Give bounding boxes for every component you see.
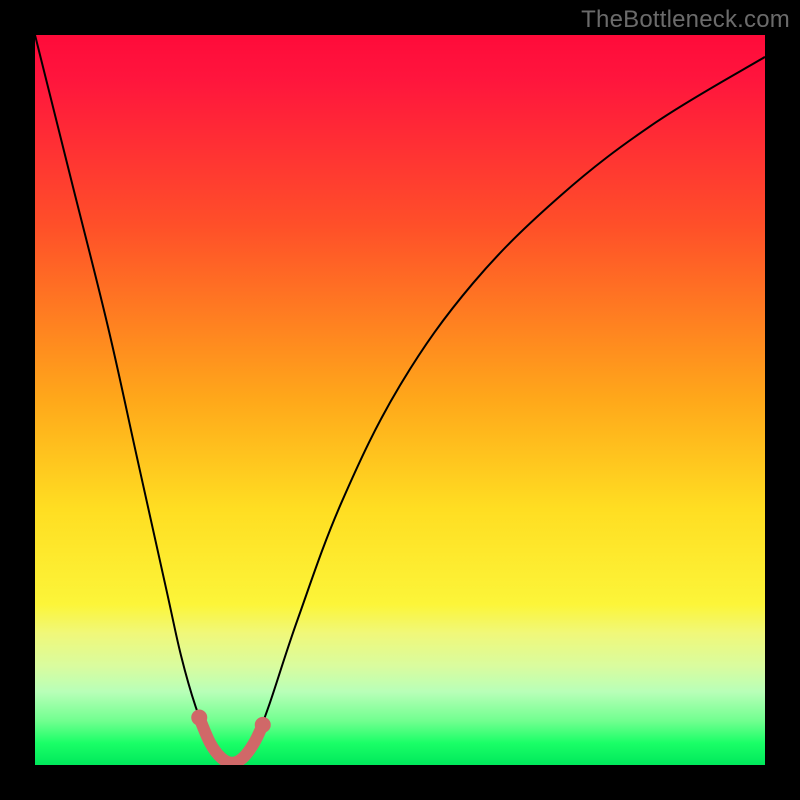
bottleneck-curve: [35, 35, 765, 763]
plot-area: [35, 35, 765, 765]
highlight-end-dot: [191, 710, 207, 726]
watermark-text: TheBottleneck.com: [581, 6, 790, 34]
highlight-segment: [199, 718, 263, 763]
curve-svg: [35, 35, 765, 765]
highlight-end-dot: [255, 717, 271, 733]
chart-canvas: TheBottleneck.com: [0, 0, 800, 800]
